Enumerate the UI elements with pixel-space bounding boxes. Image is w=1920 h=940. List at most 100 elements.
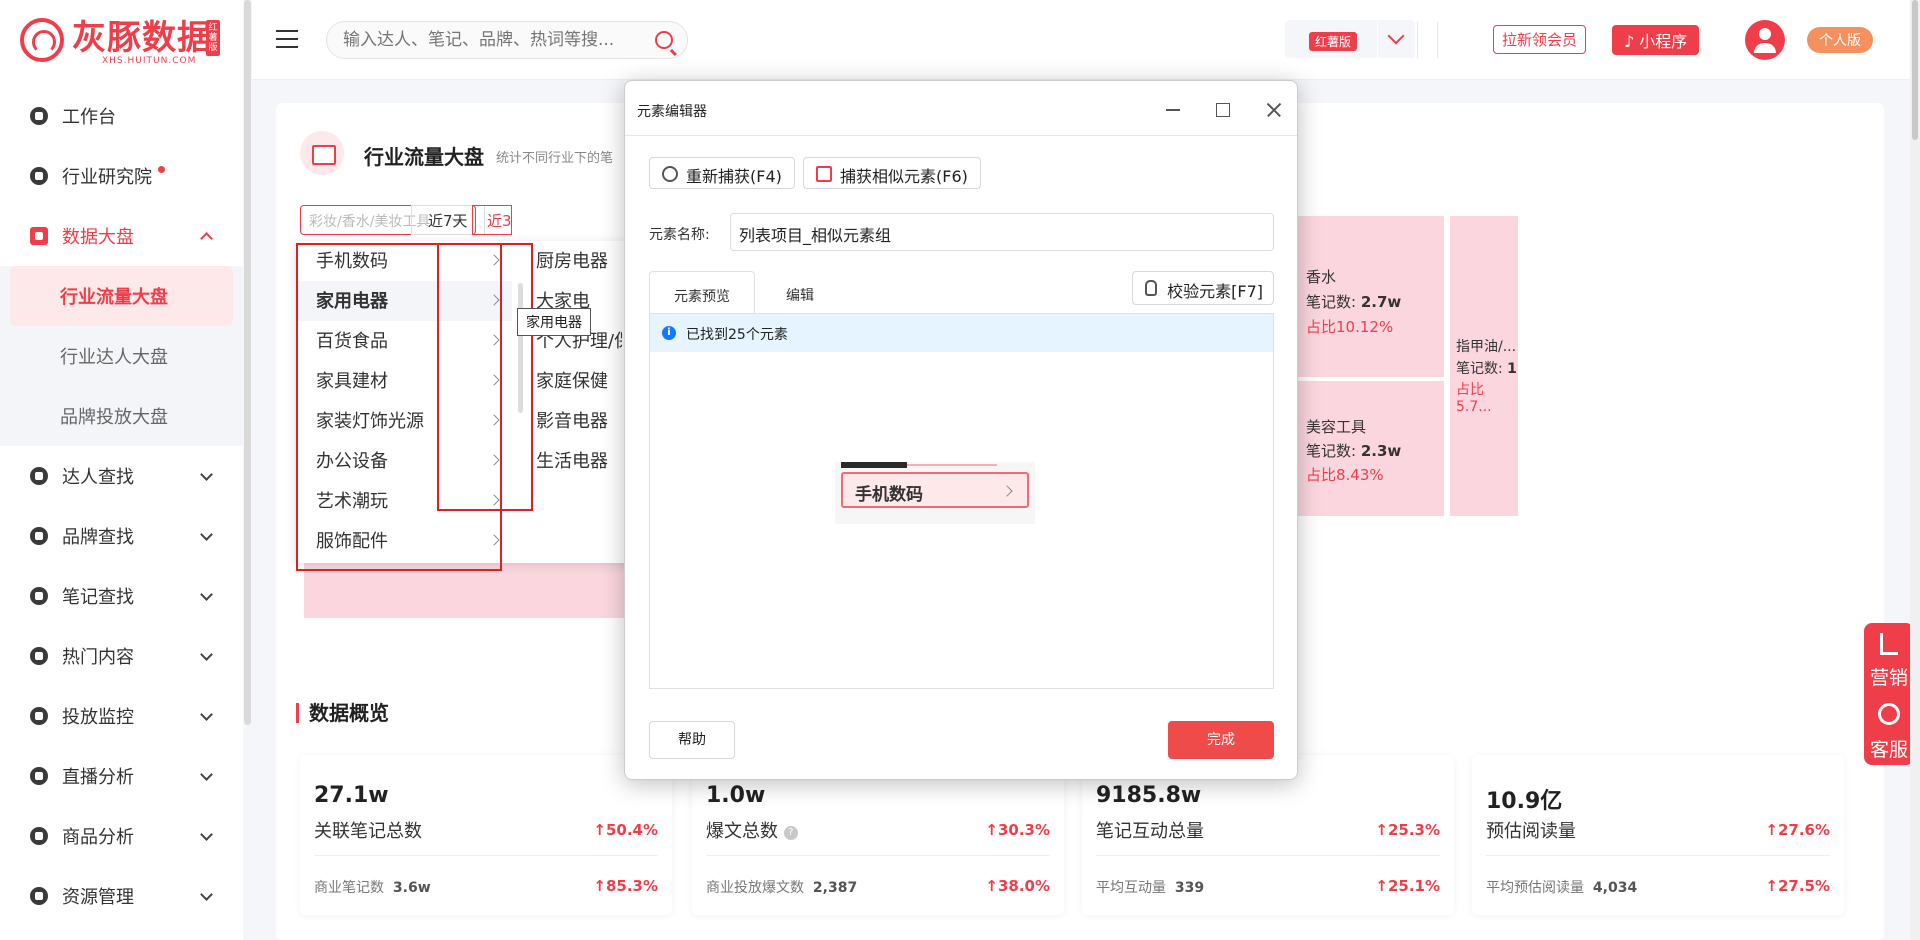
help-icon[interactable]: ? [783,826,798,840]
subcategory-option[interactable]: 家庭保健 [532,361,622,401]
stat-divider [314,855,658,856]
snapshot-dark-strip [841,462,907,468]
sidebar-item-live-analysis[interactable]: 直播分析 [0,746,243,806]
invite-button[interactable]: 拉新领会员 [1493,25,1587,54]
stat-sub-growth: ↑38.0% [985,877,1050,895]
found-elements-text: 已找到25个元素 [686,327,788,343]
header-divider [1417,22,1418,58]
verify-element-button[interactable]: 校验元素[F7] [1132,271,1274,305]
sidebar-item-label: 热门内容 [62,647,134,668]
sidebar-item-label: 品牌查找 [62,527,134,548]
sidebar-item-label: 达人查找 [62,467,134,488]
marketing-chart-icon[interactable] [1880,633,1898,655]
sidebar-subitem-industry-traffic[interactable]: 行业流量大盘 [10,266,233,326]
tab-edit[interactable]: 编辑 [762,271,838,313]
subcategory-option[interactable]: 厨房电器 [532,241,622,281]
stat-divider [1096,855,1440,856]
element-editor-dialog: 元素编辑器 重新捕获(F4) 捕获相似元素(F6) 元素名称: 列表项目_相似元… [624,80,1298,780]
sidebar-item-resource-management[interactable]: 资源管理 [0,866,243,926]
marketing-button[interactable]: 营销 [1870,663,1908,690]
mini-program-button[interactable]: ♪ 小程序 [1612,25,1700,55]
header-divider [1437,22,1438,58]
sidebar-item-research[interactable]: 行业研究院 [0,146,243,206]
notification-dot [158,166,165,173]
edition-tag: 红薯版 [1309,32,1358,51]
stat-sub-label: 平均互动量 [1096,880,1166,896]
logo-mark-icon [20,18,64,62]
stat-growth: ↑50.4% [593,821,658,839]
sidebar-item-influencer-search[interactable]: 达人查找 [0,446,243,506]
sidebar-subnav: 行业流量大盘 行业达人大盘 品牌投放大盘 [0,266,243,446]
stat-divider [706,855,1050,856]
tab-preview[interactable]: 元素预览 [649,271,755,313]
treemap-share: 占比5.7... [1456,382,1492,415]
bag-icon [30,827,48,845]
search-input[interactable] [327,22,617,58]
element-name-field[interactable]: 列表项目_相似元素组 [730,213,1274,251]
stat-label: 笔记互动总量 [1096,821,1204,842]
treemap-name: 美容工具 [1306,418,1367,436]
treemap-count-value: 1 [1507,361,1517,377]
avatar[interactable] [1745,20,1785,60]
stat-sub: 平均预估阅读量 4,034 [1486,877,1637,897]
stat-sub-label: 平均预估阅读量 [1486,880,1584,896]
customer-service-icon[interactable] [1878,703,1900,725]
sidebar-item-data-dashboard[interactable]: 数据大盘 [0,206,243,266]
treemap-count-value: 2.3w [1360,442,1402,460]
chevron-down-icon [200,528,213,541]
sidebar-item-label: 投放监控 [62,707,134,728]
sidebar-item-brand-search[interactable]: 品牌查找 [0,506,243,566]
edition-selector[interactable]: 红薯版 [1285,20,1415,58]
menu-toggle-icon[interactable] [276,30,298,48]
capture-similar-icon [816,166,832,182]
live-icon [30,767,48,785]
sidebar-item-hot-content[interactable]: 热门内容 [0,626,243,686]
recapture-label: 重新捕获(F4) [686,167,782,186]
stat-label: 预估阅读量 [1486,821,1576,842]
logo[interactable]: 灰豚数据 XHS.HUITUN.COM 红薯版 [18,16,228,66]
sidebar-item-workbench[interactable]: 工作台 [0,86,243,146]
stat-sub-value: 3.6w [392,880,431,896]
sidebar-subitem-industry-influencer[interactable]: 行业达人大盘 [0,326,243,386]
personal-edition-badge[interactable]: 个人版 [1807,27,1873,53]
folder-icon [30,887,48,905]
help-button[interactable]: 帮助 [649,721,735,759]
heart-icon [30,527,48,545]
capture-highlight-box-secondary [437,243,533,511]
info-icon: i [662,326,676,340]
sidebar-scrollbar[interactable] [244,0,251,725]
page-scrollbar[interactable] [1910,0,1920,940]
treemap-tile-nail-polish[interactable]: 指甲油/... 笔记数: 1 占比5.7... [1450,216,1518,516]
search-icon [30,467,48,485]
dialog-tabs: 元素预览 编辑 校验元素[F7] [649,271,1274,313]
search-icon[interactable] [655,31,673,49]
period-30d-button[interactable]: 近30 [472,205,512,235]
stat-sub-growth: ↑85.3% [593,877,658,895]
sidebar-item-note-search[interactable]: 笔记查找 [0,566,243,626]
sidebar-subitem-brand-placement[interactable]: 品牌投放大盘 [0,386,243,446]
logo-domain: XHS.HUITUN.COM [102,56,197,66]
stat-card: 27.1w 关联笔记总数 ↑50.4% 商业笔记数 3.6w ↑85.3% [300,755,672,915]
maximize-icon[interactable] [1210,97,1236,123]
treemap-count: 笔记数: 2.7w [1306,291,1401,312]
hand-pointer-icon [1145,280,1158,296]
sidebar: 灰豚数据 XHS.HUITUN.COM 红薯版 工作台 行业研究院 数据大盘 行… [0,0,243,940]
sidebar-item-product-analysis[interactable]: 商品分析 [0,806,243,866]
subcategory-option[interactable]: 生活电器 [532,441,622,481]
minimize-icon[interactable] [1160,97,1186,123]
chevron-down-icon[interactable] [1377,20,1415,58]
capture-similar-button[interactable]: 捕获相似元素(F6) [803,157,981,189]
treemap-count: 笔记数: 2.3w [1306,440,1401,461]
customer-service-button[interactable]: 客服 [1870,735,1908,762]
recapture-button[interactable]: 重新捕获(F4) [649,157,795,189]
sidebar-item-placement-monitor[interactable]: 投放监控 [0,686,243,746]
stat-label: 关联笔记总数 [314,821,422,842]
done-button[interactable]: 完成 [1168,721,1274,759]
sidebar-item-label: 数据大盘 [62,227,134,248]
dashboard-icon [300,131,344,175]
found-elements-banner: i 已找到25个元素 [650,314,1273,352]
sidebar-item-label: 工作台 [62,107,116,128]
close-icon[interactable] [1261,97,1287,123]
flame-icon [30,647,48,665]
subcategory-option[interactable]: 影音电器 [532,401,622,441]
